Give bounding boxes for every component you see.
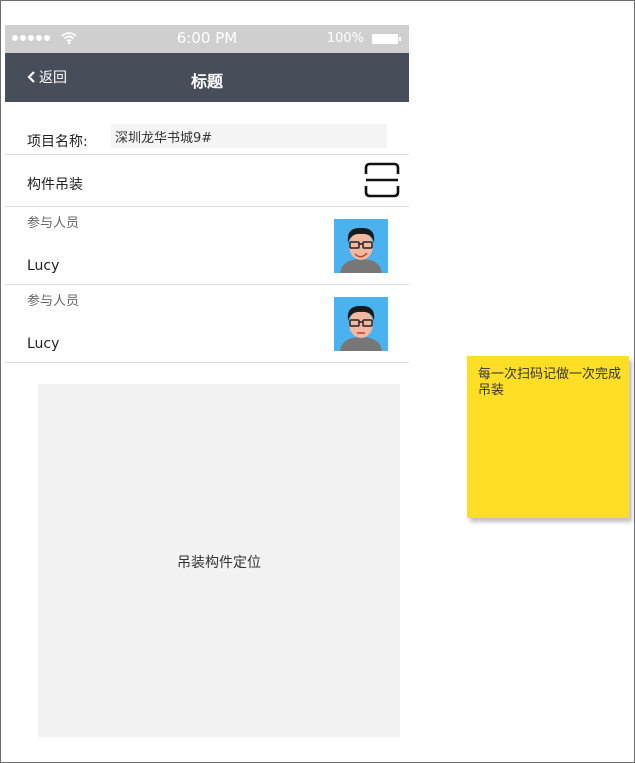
project-name-input[interactable]	[111, 124, 387, 148]
sticky-note-text: 每一次扫码记做一次完成吊装	[478, 367, 622, 398]
avatar	[334, 297, 388, 351]
hoist-label: 构件吊装	[27, 177, 83, 193]
avatar-icon	[340, 305, 382, 351]
participant-row[interactable]: 参与人员 Lucy	[5, 207, 409, 285]
hoist-row: 构件吊装	[5, 155, 409, 207]
participant-label: 参与人员	[27, 294, 80, 309]
status-bar: 6:00 PM 100%	[5, 25, 409, 53]
page-title: 标题	[190, 72, 223, 91]
hoist-location-label: 吊装构件定位	[177, 555, 261, 571]
battery-percent: 100%	[326, 31, 364, 46]
sticky-note: 每一次扫码记做一次完成吊装	[467, 356, 629, 518]
participant-name: Lucy	[27, 336, 60, 352]
participant-row[interactable]: 参与人员 Lucy	[5, 285, 409, 363]
participant-label: 参与人员	[27, 216, 80, 231]
participant-name: Lucy	[27, 258, 60, 274]
project-name-label: 项目名称:	[27, 134, 88, 150]
avatar-icon	[340, 227, 382, 273]
battery-icon	[372, 34, 401, 44]
scan-icon[interactable]	[364, 162, 400, 198]
nav-bar: 返回 标题	[5, 53, 409, 102]
project-row: 项目名称:	[5, 110, 409, 155]
avatar	[334, 219, 388, 273]
hoist-location-panel[interactable]: 吊装构件定位	[38, 384, 400, 737]
